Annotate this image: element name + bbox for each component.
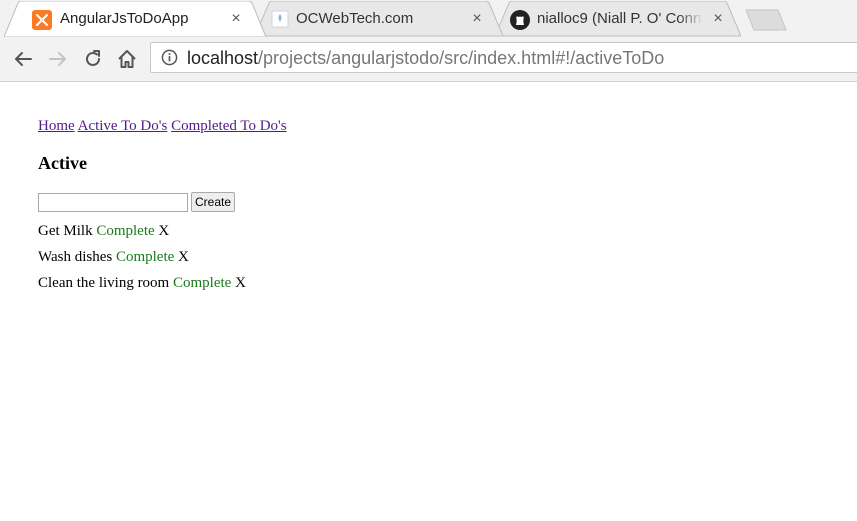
close-tab-icon[interactable]: × — [709, 10, 727, 28]
create-button[interactable]: Create — [191, 192, 236, 212]
todo-item: Wash dishes Complete X — [38, 248, 287, 266]
browser-toolbar: localhost/projects/angularjstodo/src/ind… — [0, 36, 857, 82]
forward-icon[interactable] — [47, 48, 69, 70]
todo-text: Get Milk — [38, 223, 93, 239]
todo-input[interactable] — [38, 192, 188, 212]
page-heading: Active — [38, 153, 87, 173]
new-tab-button[interactable] — [745, 9, 787, 31]
complete-link[interactable]: Complete — [173, 275, 231, 291]
close-tab-icon[interactable]: × — [227, 10, 245, 28]
url-text: localhost/projects/angularjstodo/src/ind… — [187, 48, 664, 69]
remove-link[interactable]: X — [178, 249, 189, 265]
remove-link[interactable]: X — [235, 275, 246, 291]
todo-text: Clean the living room — [38, 275, 170, 291]
github-icon — [510, 10, 530, 30]
page-icon — [271, 10, 291, 30]
todo-text: Wash dishes — [38, 249, 113, 265]
create-todo-form: Create — [38, 192, 287, 212]
tab-ocwebtech[interactable]: OCWebTech.com × — [255, 1, 503, 37]
reload-icon[interactable] — [82, 48, 104, 70]
tab-github-nialloc9[interactable]: nialloc9 (Niall P. O' Conno × — [495, 1, 741, 37]
complete-link[interactable]: Complete — [116, 249, 174, 265]
tab-angularjstodoapp[interactable]: AngularJsToDoApp × — [4, 1, 266, 37]
back-icon[interactable] — [12, 48, 34, 70]
tab-title: nialloc9 (Niall P. O' Conno — [537, 10, 703, 27]
close-tab-icon[interactable]: × — [468, 10, 486, 28]
url-path: /projects/angularjstodo/src/index.html#!… — [258, 48, 665, 68]
complete-link[interactable]: Complete — [96, 223, 154, 239]
home-icon[interactable] — [116, 48, 138, 70]
nav-links: Home Active To Do's Completed To Do's — [38, 118, 287, 135]
address-bar[interactable]: localhost/projects/angularjstodo/src/ind… — [150, 42, 857, 73]
tab-title: AngularJsToDoApp — [60, 10, 189, 27]
url-host: localhost — [187, 48, 259, 68]
remove-link[interactable]: X — [158, 223, 169, 239]
todo-item: Get Milk Complete X — [38, 222, 287, 240]
tab-strip: AngularJsToDoApp × OCWebTech.com × niall… — [0, 0, 857, 37]
nav-home-link[interactable]: Home — [38, 118, 75, 134]
xampp-icon — [32, 10, 52, 30]
info-icon[interactable] — [161, 49, 178, 66]
nav-active-link[interactable]: Active To Do's — [78, 118, 168, 134]
tab-title: OCWebTech.com — [296, 10, 414, 27]
page-content: Home Active To Do's Completed To Do's Ac… — [38, 118, 287, 292]
todo-item: Clean the living room Complete X — [38, 274, 287, 292]
nav-completed-link[interactable]: Completed To Do's — [171, 118, 287, 134]
